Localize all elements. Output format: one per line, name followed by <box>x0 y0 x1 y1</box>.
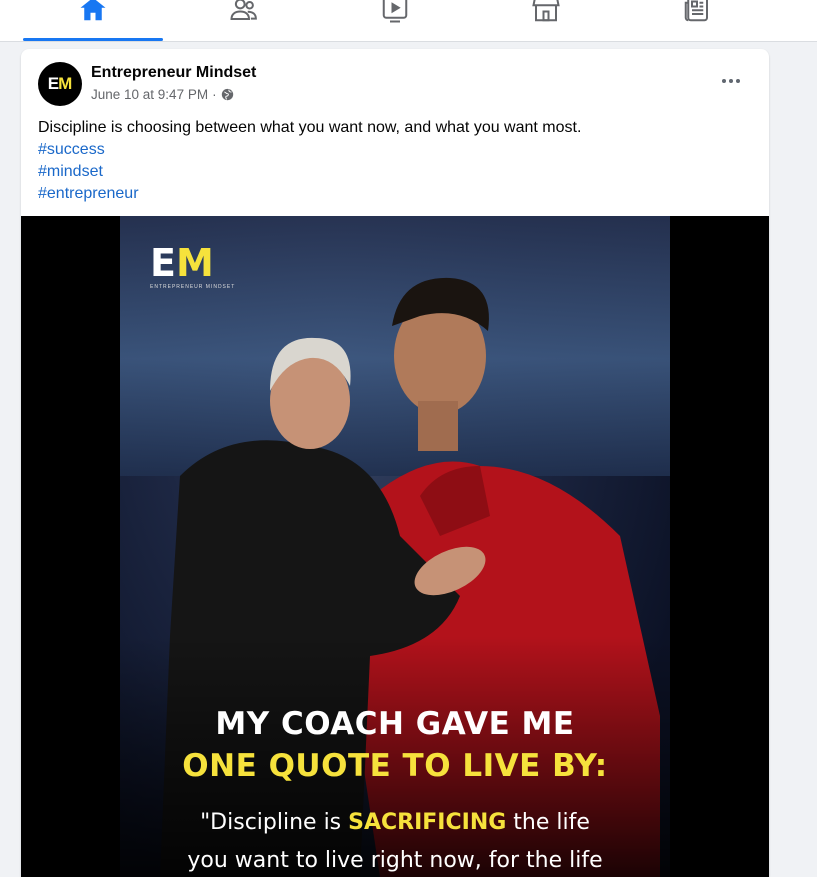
avatar-logo-m: M <box>58 74 73 93</box>
logo-letter-m: M <box>175 241 214 285</box>
post-photo[interactable]: EM ENTREPRENEUR MINDSET MY COACH GAVE ME… <box>120 216 670 877</box>
page-avatar[interactable]: EM <box>38 62 82 106</box>
post-meta: June 10 at 9:47 PM · <box>91 87 234 102</box>
top-navigation <box>0 0 817 42</box>
tab-friends[interactable] <box>174 0 314 41</box>
video-icon <box>382 0 408 23</box>
logo-caption: ENTREPRENEUR MINDSET <box>150 284 236 290</box>
image-brand-logo: EM ENTREPRENEUR MINDSET <box>150 244 235 290</box>
post-card: EM Entrepreneur Mindset June 10 at 9:47 … <box>21 49 769 877</box>
post-body: Discipline is choosing between what you … <box>38 117 758 205</box>
image-quote-line-2: you want to live right now, for the life <box>187 848 603 873</box>
tab-marketplace[interactable] <box>476 0 616 41</box>
active-tab-indicator <box>23 38 163 41</box>
tab-news[interactable] <box>627 0 767 41</box>
hashtag-link[interactable]: #success <box>38 139 758 161</box>
home-icon <box>80 0 106 21</box>
meta-separator: · <box>212 87 217 102</box>
news-icon <box>684 0 708 22</box>
hashtag-link[interactable]: #entrepreneur <box>38 183 758 205</box>
more-options-button[interactable] <box>713 69 749 93</box>
marketplace-icon <box>532 0 560 22</box>
image-headline-2: ONE QUOTE TO LIVE BY: <box>182 748 608 784</box>
logo-letter-e: E <box>150 241 176 285</box>
image-quote-line-1: "Discipline is SACRIFICING the life <box>120 810 670 835</box>
page-name-link[interactable]: Entrepreneur Mindset <box>91 64 256 82</box>
quote-text: the life <box>506 810 590 835</box>
more-dot <box>736 79 740 83</box>
globe-icon <box>221 88 233 101</box>
post-message: Discipline is choosing between what you … <box>38 119 582 136</box>
post-media[interactable]: EM ENTREPRENEUR MINDSET MY COACH GAVE ME… <box>21 216 769 877</box>
tab-watch[interactable] <box>325 0 465 41</box>
more-dot <box>729 79 733 83</box>
post-timestamp[interactable]: June 10 at 9:47 PM <box>91 87 208 102</box>
quote-highlight: SACRIFICING <box>348 810 507 835</box>
avatar-logo-e: E <box>47 74 59 93</box>
friends-icon <box>230 0 257 20</box>
image-headline-1: MY COACH GAVE ME <box>215 706 575 742</box>
hashtag-link[interactable]: #mindset <box>38 161 758 183</box>
quote-text: "Discipline is <box>200 810 349 835</box>
more-options-icon <box>722 79 726 83</box>
tab-home[interactable] <box>23 0 163 41</box>
